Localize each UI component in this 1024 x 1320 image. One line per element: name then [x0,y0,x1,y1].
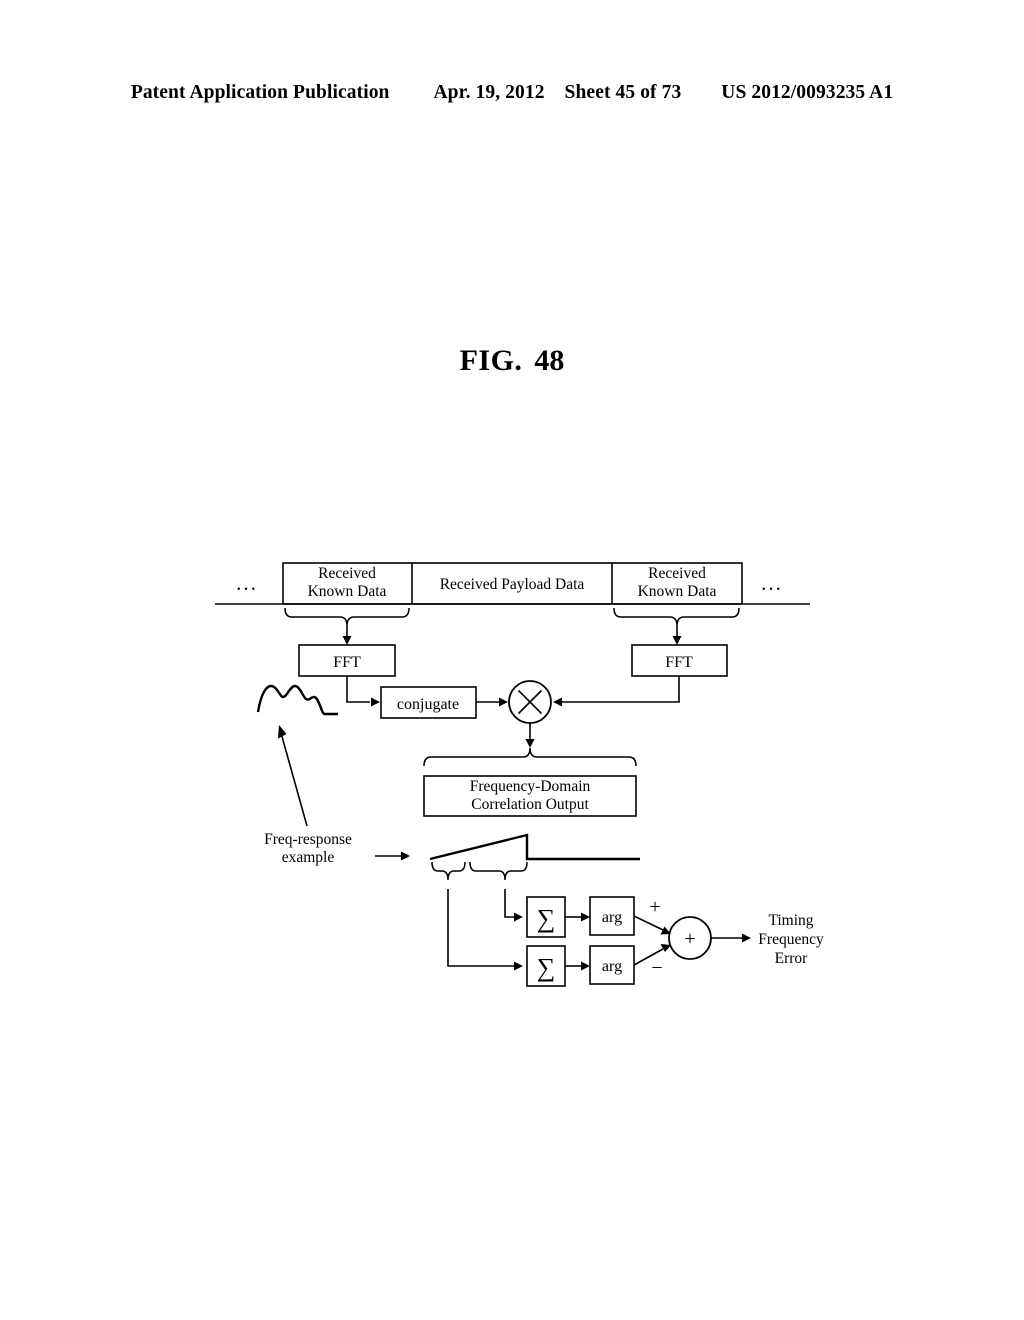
figure-48-diagram: ... ... Received Known Data Received Pay… [215,562,824,987]
arg-lower-label: arg [602,958,622,975]
wire-fft-left-to-conjugate [346,676,370,703]
brace-ramp-left [431,861,466,881]
adder-symbol: + [684,928,695,950]
ellipsis-left: ... [236,571,258,595]
arg-upper-label: arg [602,909,622,926]
arrow-into-lower-sum [514,961,523,971]
wire-brace-left-to-lower-sum [447,889,514,967]
freq-response-note-line1: Freq-response [264,831,352,848]
correlation-output-line1: Frequency-Domain [470,778,591,795]
sum-lower-label: ∑ [537,953,556,982]
arrow-into-upper-arg [581,912,590,922]
correlation-output-line2: Correlation Output [471,796,589,813]
conjugate-label: conjugate [397,696,459,713]
arrow-to-conjugate [371,697,380,707]
arrow-into-multiplier-left [499,697,508,707]
frame-block-2-line2: Known Data [638,583,717,600]
arrow-left-brace-to-fft [342,636,352,645]
arrow-to-output-label [742,933,751,943]
frame-block-0-line2: Known Data [308,583,387,600]
brace-correlation-output [423,747,637,767]
output-label-line3: Error [775,950,809,967]
brace-ramp-right [469,861,528,881]
sum-upper-label: ∑ [537,904,556,933]
frame-block-2-line1: Received [648,565,706,582]
output-label-line1: Timing [768,912,813,929]
freq-response-note-line2: example [282,849,335,866]
sign-plus-label: + [649,896,660,918]
arrow-into-upper-sum [514,912,523,922]
frame-block-0-line1: Received [318,565,376,582]
arrow-into-multiplier-right [553,697,562,707]
output-label-line2: Frequency [758,931,824,948]
wire-brace-right-to-upper-sum [504,889,514,918]
freq-response-pointer-line [280,732,308,827]
ramp-waveform [429,833,640,861]
sign-minus-label: − [651,957,662,979]
fft-right-label: FFT [665,654,693,671]
frame-block-1-line1: Received Payload Data [440,576,585,593]
brace-left-known-data [284,607,410,627]
ramp-pointer-arrowhead [401,851,410,861]
arrow-into-lower-arg [581,961,590,971]
arrow-right-brace-to-fft [672,636,682,645]
freq-response-curve [256,684,338,716]
brace-right-known-data [613,607,740,627]
ellipsis-right: ... [761,571,783,595]
patent-page: Patent Application Publication Apr. 19, … [0,0,1024,1320]
wire-fft-right-to-multiplier [562,676,680,703]
fft-left-label: FFT [333,654,361,671]
arrow-multiplier-to-correlation [525,739,535,748]
wire-upper-arg-to-adder [633,915,664,931]
